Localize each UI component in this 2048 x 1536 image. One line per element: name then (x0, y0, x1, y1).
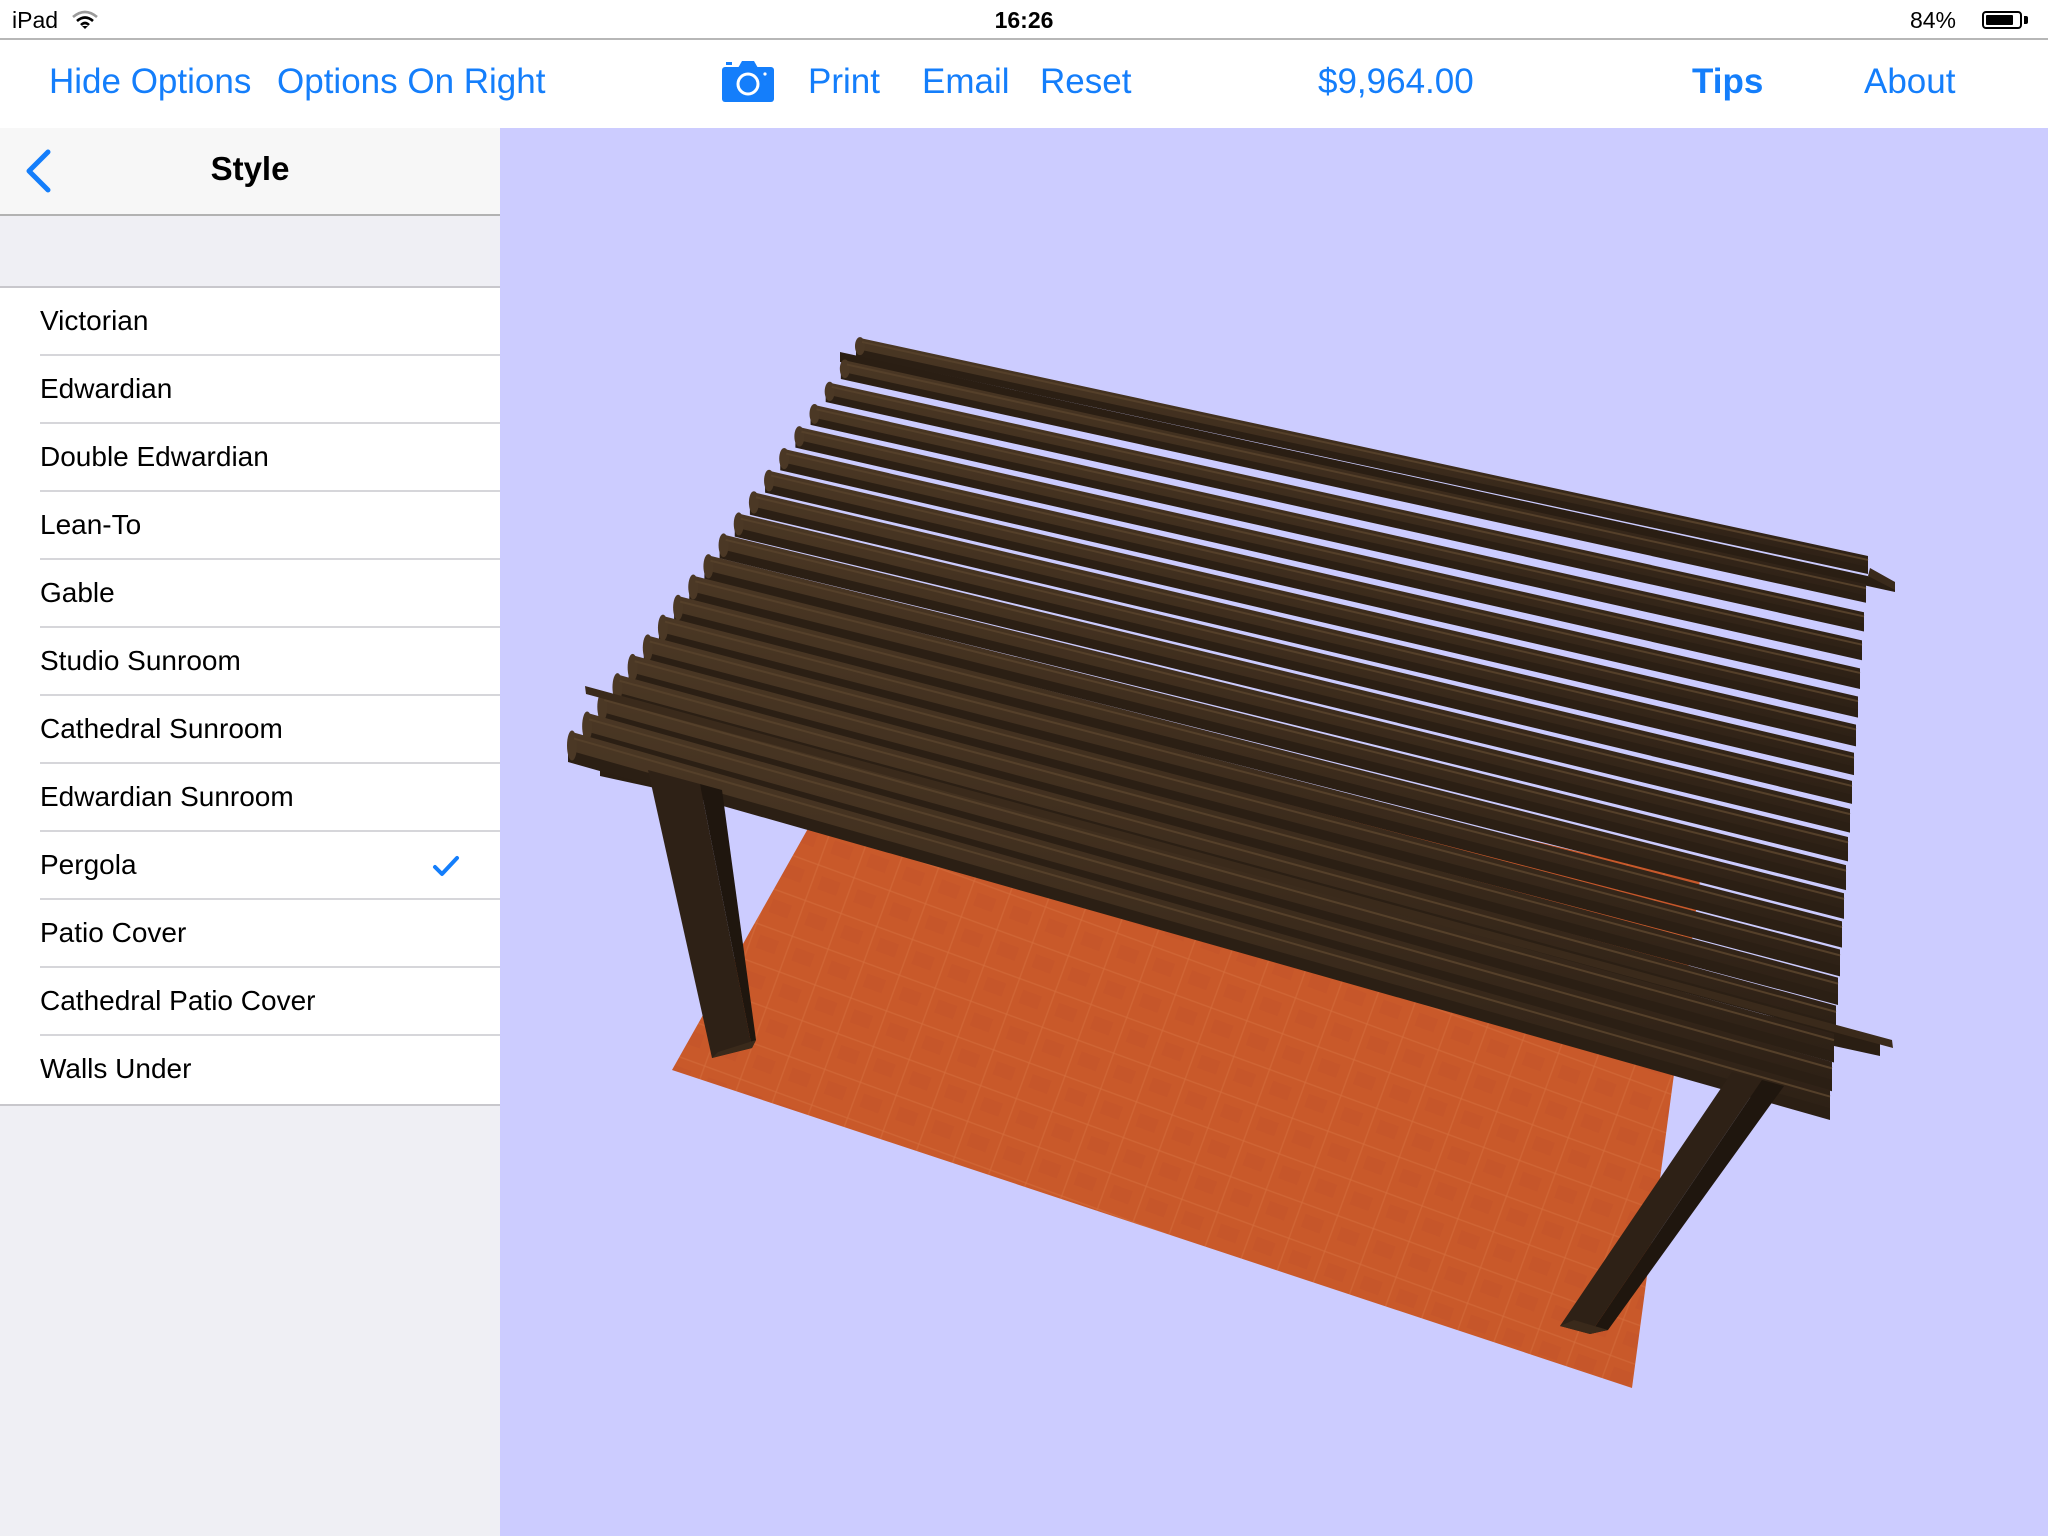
rafter-end (567, 730, 577, 761)
sidebar-title: Style (210, 150, 290, 187)
clock: 16:26 (994, 7, 1054, 33)
style-option-label: Double Edwardian (40, 441, 269, 472)
style-option-gable[interactable]: Gable (0, 560, 500, 628)
sidebar-nav-header: Style (0, 128, 500, 216)
rafter-end (657, 614, 668, 641)
rafter-end (839, 359, 850, 379)
rafter-end (748, 491, 759, 514)
about-button[interactable]: About (1864, 60, 1955, 104)
toolbar: Hide Options Options On Right Print Emai… (0, 40, 2048, 128)
rafter-end (855, 337, 865, 356)
battery-tip (2024, 16, 2028, 24)
style-option-edwardian-sunroom[interactable]: Edwardian Sunroom (0, 764, 500, 832)
style-option-label: Lean-To (40, 509, 142, 540)
style-option-double-edwardian[interactable]: Double Edwardian (0, 424, 500, 492)
style-option-victorian[interactable]: Victorian (0, 288, 500, 356)
style-option-cathedral-patio-cover[interactable]: Cathedral Patio Cover (0, 968, 500, 1036)
style-option-walls-under[interactable]: Walls Under (0, 1036, 500, 1104)
reset-button[interactable]: Reset (1040, 60, 1131, 104)
checkmark-icon (433, 856, 459, 876)
style-option-label: Pergola (40, 849, 137, 880)
style-option-label: Gable (40, 577, 115, 608)
style-list: Victorian Edwardian Double Edwardian Lean-T… (0, 286, 500, 1106)
style-option-patio-cover[interactable]: Patio Cover (0, 900, 500, 968)
rafter-end (794, 426, 805, 447)
style-option-pergola[interactable]: Pergola (0, 832, 500, 900)
camera-icon[interactable] (722, 60, 774, 102)
print-button[interactable]: Print (808, 60, 880, 104)
hide-options-button[interactable]: Hide Options (49, 60, 251, 104)
style-option-label: Cathedral Patio Cover (40, 985, 316, 1016)
price-display: $9,964.00 (1318, 62, 1474, 101)
style-option-label: Edwardian (40, 373, 173, 404)
email-button[interactable]: Email (922, 60, 1010, 104)
style-option-label: Patio Cover (40, 917, 187, 948)
style-option-cathedral-sunroom[interactable]: Cathedral Sunroom (0, 696, 500, 764)
rafter-end (779, 447, 790, 470)
style-option-label: Cathedral Sunroom (40, 713, 283, 744)
style-option-label: Walls Under (40, 1053, 192, 1084)
battery-icon (1982, 11, 2022, 29)
rafter-end (764, 469, 775, 492)
rafter-end (718, 533, 729, 558)
style-option-studio-sunroom[interactable]: Studio Sunroom (0, 628, 500, 696)
options-sidebar: Style Victorian Edwardian Double Edwardian… (0, 128, 500, 1536)
pergola-3d-viewport[interactable] (500, 128, 2048, 1536)
rafter-end (642, 634, 653, 662)
style-option-label: Victorian (40, 305, 149, 336)
status-bar: iPad 16:26 84% (0, 0, 2048, 40)
rafter-end (673, 594, 684, 621)
tips-button[interactable]: Tips (1692, 60, 1763, 104)
battery-percent: 84% (1909, 7, 1956, 33)
style-option-edwardian[interactable]: Edwardian (0, 356, 500, 424)
options-on-right-button[interactable]: Options On Right (277, 60, 545, 104)
rafter-end (627, 653, 638, 682)
style-option-lean-to[interactable]: Lean-To (0, 492, 500, 560)
rafter-end (824, 381, 835, 402)
style-option-label: Edwardian Sunroom (40, 781, 294, 812)
style-option-label: Studio Sunroom (40, 645, 241, 676)
rafter-end (688, 574, 699, 600)
rafter-end (703, 554, 714, 579)
rafter-end (733, 512, 744, 536)
rafter-end (809, 403, 820, 424)
pergola-scene[interactable] (500, 128, 2048, 1536)
